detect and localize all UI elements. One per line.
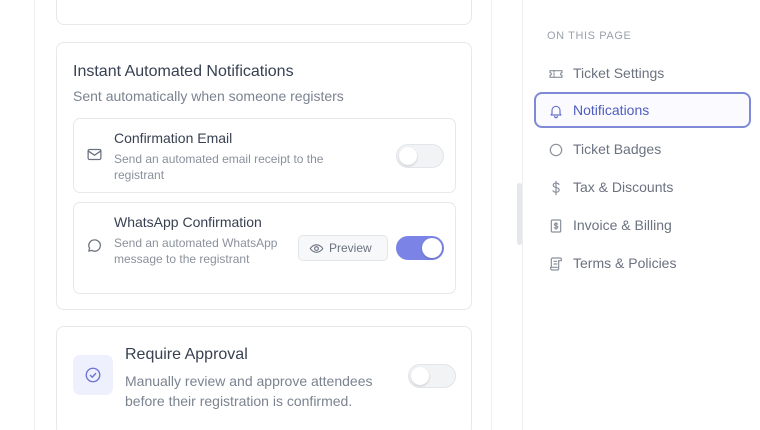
- toc-item-label: Tax & Discounts: [573, 179, 674, 195]
- whatsapp-confirmation-description: Send an automated WhatsApp message to th…: [114, 236, 278, 266]
- toc-item-notifications[interactable]: Notifications: [534, 92, 751, 128]
- on-this-page-heading: ON THIS PAGE: [547, 30, 632, 42]
- chat-bubble-icon: [88, 239, 101, 252]
- approval-icon-box: [73, 355, 113, 395]
- require-approval-card: Require Approval Manually review and app…: [56, 326, 472, 430]
- mail-icon: [87, 148, 102, 161]
- circle-icon: [549, 143, 563, 157]
- whatsapp-preview-button[interactable]: Preview: [298, 235, 388, 261]
- toc-item-label: Terms & Policies: [573, 255, 677, 271]
- check-circle-icon: [85, 367, 101, 383]
- require-approval-title: Require Approval: [125, 346, 248, 363]
- toc-item-ticket-settings[interactable]: Ticket Settings: [534, 55, 751, 91]
- toc-item-label: Invoice & Billing: [573, 217, 672, 233]
- toggle-knob: [411, 367, 429, 385]
- previous-section-card: [56, 0, 472, 25]
- scroll-icon: [550, 257, 562, 271]
- confirmation-email-title: Confirmation Email: [114, 130, 233, 146]
- dollar-icon: [552, 180, 560, 196]
- toc-item-invoice-billing[interactable]: Invoice & Billing: [534, 207, 751, 243]
- require-approval-toggle[interactable]: [408, 364, 456, 388]
- bell-icon: [550, 105, 562, 119]
- instant-notifications-title: Instant Automated Notifications: [73, 63, 294, 80]
- whatsapp-confirmation-row: WhatsApp Confirmation Send an automated …: [73, 202, 456, 294]
- preview-button-label: Preview: [329, 241, 372, 255]
- whatsapp-confirmation-title: WhatsApp Confirmation: [114, 214, 262, 230]
- toc-item-tax-discounts[interactable]: Tax & Discounts: [534, 169, 751, 205]
- instant-notifications-card: Instant Automated Notifications Sent aut…: [56, 42, 472, 310]
- eye-icon: [309, 244, 324, 253]
- confirmation-email-toggle[interactable]: [396, 144, 444, 168]
- toc-item-ticket-badges[interactable]: Ticket Badges: [534, 131, 751, 167]
- sidebar-divider: [522, 0, 523, 430]
- confirmation-email-row: Confirmation Email Send an automated ema…: [73, 118, 456, 193]
- ticket-icon: [549, 70, 563, 78]
- toc-item-label: Ticket Settings: [573, 65, 665, 81]
- confirmation-email-description: Send an automated email receipt to the r…: [114, 152, 324, 182]
- invoice-icon: [550, 219, 562, 233]
- settings-main-column: Instant Automated Notifications Sent aut…: [34, 0, 492, 430]
- whatsapp-confirmation-toggle[interactable]: [396, 236, 444, 260]
- toc-item-label: Notifications: [573, 102, 650, 118]
- toc-item-label: Ticket Badges: [573, 141, 662, 157]
- toggle-knob: [399, 147, 417, 165]
- toggle-knob: [422, 238, 442, 258]
- toc-item-terms-policies[interactable]: Terms & Policies: [534, 245, 751, 281]
- instant-notifications-subtitle: Sent automatically when someone register…: [73, 88, 344, 104]
- require-approval-description: Manually review and approve attendees be…: [125, 373, 373, 409]
